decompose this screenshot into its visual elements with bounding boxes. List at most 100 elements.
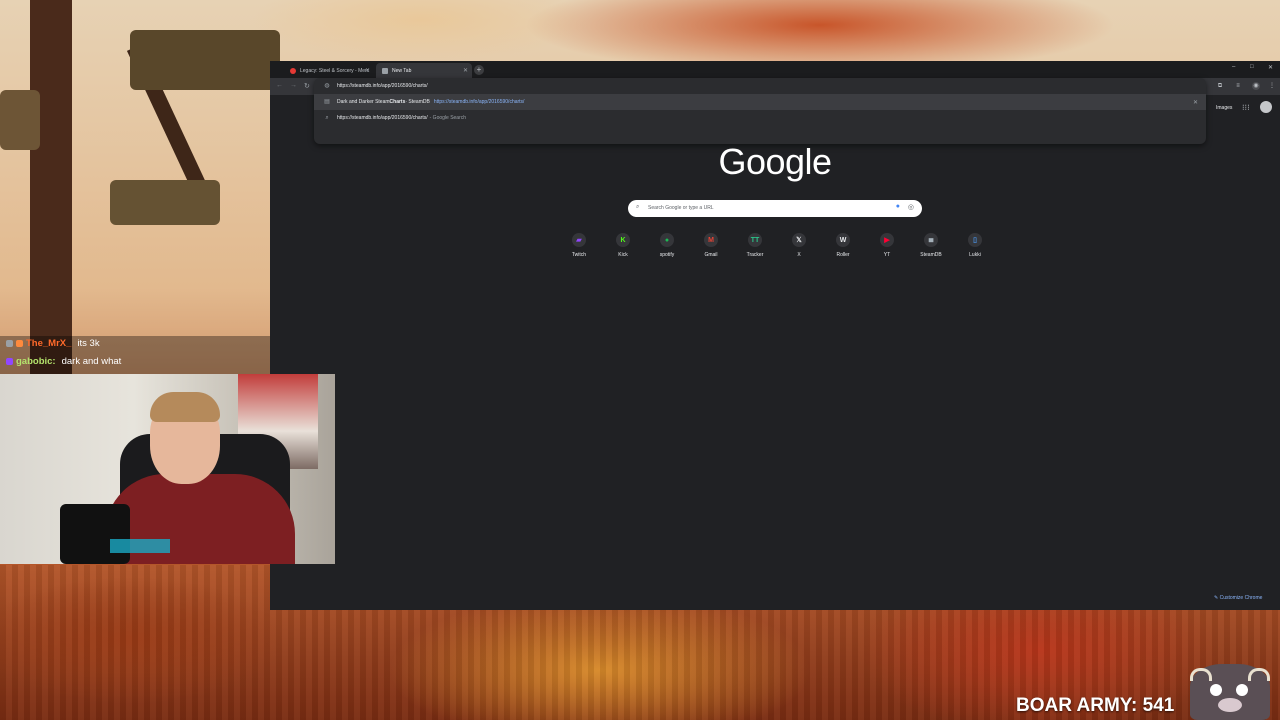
google-logo: Google xyxy=(718,141,832,182)
omnibox-suggestion[interactable]: ▤ Dark and Darker Steam Charts · SteamDB… xyxy=(314,94,1206,110)
shortcut-label: Lukki xyxy=(969,252,981,258)
shortcuts-grid: ▰ Twitch K Kick ● spotify M Gmail TT Tra… xyxy=(559,233,999,263)
gmail-icon: M xyxy=(704,233,718,247)
shortcut-x[interactable]: 𝕏 X xyxy=(779,233,819,258)
back-icon[interactable]: ← xyxy=(276,82,283,89)
google-apps-icon[interactable]: ⁝⁝⁝ xyxy=(1242,103,1250,112)
close-icon[interactable]: ✕ xyxy=(365,67,370,74)
chat-message: The_MrX_ its 3k xyxy=(6,338,100,349)
menu-icon[interactable]: ⋮ xyxy=(1268,82,1276,90)
shortcut-spotify[interactable]: ● spotify xyxy=(647,233,687,258)
kick-icon: K xyxy=(616,233,630,247)
streamer-hair xyxy=(150,392,220,422)
omnibox-suggestion[interactable]: ⌕ https://steamdb.info/app/2016590/chart… xyxy=(314,110,1206,126)
shortcut-kick[interactable]: K Kick xyxy=(603,233,643,258)
shortcut-label: YT xyxy=(883,252,891,258)
boar-eye xyxy=(1236,684,1248,696)
youtube-favicon-icon xyxy=(290,67,296,74)
forward-icon[interactable]: → xyxy=(290,82,297,89)
microphone xyxy=(60,504,130,564)
shortcut-label: Twitch xyxy=(571,252,587,258)
customize-label: Customize Chrome xyxy=(1219,595,1263,601)
shortcut-label: Kick xyxy=(618,252,628,258)
boar-tusk xyxy=(1190,668,1212,681)
customize-chrome-button[interactable]: ✎ Customize Chrome xyxy=(1214,595,1262,601)
address-bar[interactable]: ◍ https://steamdb.info/app/2016590/chart… xyxy=(314,78,1206,94)
new-tab-button[interactable]: + xyxy=(474,65,484,75)
chat-text: dark and what xyxy=(61,356,122,367)
shortcut-steamdb[interactable]: ≣ SteamDB xyxy=(911,233,951,258)
microphone-light xyxy=(110,539,170,553)
roller-icon: W xyxy=(836,233,850,247)
tree-foliage xyxy=(110,180,220,225)
close-window-icon[interactable]: ✕ xyxy=(1268,64,1273,71)
shortcut-yt[interactable]: ▶ YT xyxy=(867,233,907,258)
boar-army-counter: BOAR ARMY: 541 xyxy=(1016,695,1175,716)
shortcut-label: SteamDB xyxy=(920,252,942,258)
tab-title: Legacy: Steel & Sorcery - Merc xyxy=(300,67,370,74)
avatar[interactable] xyxy=(1260,101,1272,113)
x-icon: 𝕏 xyxy=(792,233,806,247)
chat-message: gabobic: dark and what xyxy=(6,356,121,367)
tree-foliage xyxy=(130,30,280,90)
shortcut-lukki[interactable]: ▯ Lukki xyxy=(955,233,995,258)
chat-badge-icon xyxy=(6,340,13,347)
boar-mascot-icon xyxy=(1190,664,1270,720)
site-info-icon: ◍ xyxy=(324,83,330,89)
shortcut-tracker[interactable]: TT Tracker xyxy=(735,233,775,258)
chat-badge-icon xyxy=(16,340,23,347)
address-input[interactable]: https://steamdb.info/app/2016590/charts/ xyxy=(337,83,428,89)
chat-text: its 3k xyxy=(77,338,100,349)
spotify-icon: ● xyxy=(660,233,674,247)
tab-legacy[interactable]: Legacy: Steel & Sorcery - Merc ✕ xyxy=(284,63,374,78)
search-icon: ⌕ xyxy=(636,204,640,210)
tree-trunk xyxy=(30,0,72,380)
search-box[interactable]: ⌕ Search Google or type a URL ● ◎ xyxy=(628,200,922,217)
tab-title: New Tab xyxy=(392,67,412,74)
reload-icon[interactable]: ↻ xyxy=(304,82,310,90)
suggestion-title-bold: Charts xyxy=(389,99,406,105)
lukki-icon: ▯ xyxy=(968,233,982,247)
suggestion-suffix: - Google Search xyxy=(429,115,467,121)
remove-suggestion-icon[interactable]: ✕ xyxy=(1193,99,1198,106)
steamdb-icon: ≣ xyxy=(924,233,938,247)
microphone-icon[interactable]: ● xyxy=(896,203,900,210)
suggestion-title: Dark and Darker Steam xyxy=(337,99,390,105)
twitch-icon: ▰ xyxy=(572,233,586,247)
suggestion-query: https://steamdb.info/app/2016590/charts/ xyxy=(337,115,428,121)
browser-window: Legacy: Steel & Sorcery - Merc ✕ New Tab… xyxy=(270,61,1280,610)
tracker-icon: TT xyxy=(748,233,762,247)
close-icon[interactable]: ✕ xyxy=(463,67,468,74)
chat-username: The_MrX_ xyxy=(26,338,72,349)
tab-new-tab[interactable]: New Tab ✕ xyxy=(376,63,472,78)
tree-foliage xyxy=(0,90,40,150)
search-input[interactable]: Search Google or type a URL xyxy=(648,205,714,211)
shortcut-roller[interactable]: W Roller xyxy=(823,233,863,258)
shortcut-label: X xyxy=(797,252,801,258)
suggestion-title-site: · SteamDB xyxy=(405,99,430,105)
profile-icon[interactable]: ◉ xyxy=(1252,82,1260,90)
shortcut-label: spotify xyxy=(659,252,675,258)
images-link[interactable]: Images xyxy=(1216,105,1232,111)
media-icon[interactable]: ≡ xyxy=(1234,82,1242,90)
omnibox-dropdown: ◍ https://steamdb.info/app/2016590/chart… xyxy=(314,78,1206,144)
boar-snout xyxy=(1218,698,1242,712)
suggestion-url: https://steamdb.info/app/2016590/charts/ xyxy=(433,99,525,105)
shortcut-label: Gmail xyxy=(704,252,718,258)
chat-overlay: The_MrX_ its 3k gabobic: dark and what xyxy=(0,336,270,374)
shortcut-label: Tracker xyxy=(746,252,764,258)
lens-icon[interactable]: ◎ xyxy=(908,203,914,211)
webcam-feed xyxy=(0,374,335,564)
minimize-icon[interactable]: – xyxy=(1232,64,1235,70)
youtube-icon: ▶ xyxy=(880,233,894,247)
maximize-icon[interactable]: □ xyxy=(1250,64,1254,70)
search-icon: ⌕ xyxy=(325,115,329,121)
shortcut-gmail[interactable]: M Gmail xyxy=(691,233,731,258)
shortcut-label: Roller xyxy=(836,252,850,258)
chat-badge-icon xyxy=(6,358,13,365)
shortcut-twitch[interactable]: ▰ Twitch xyxy=(559,233,599,258)
tab-bar: Legacy: Steel & Sorcery - Merc ✕ New Tab… xyxy=(270,61,1280,78)
chat-username: gabobic: xyxy=(16,356,56,367)
new-tab-favicon-icon xyxy=(382,67,388,74)
extensions-icon[interactable]: ⧉ xyxy=(1216,82,1224,90)
